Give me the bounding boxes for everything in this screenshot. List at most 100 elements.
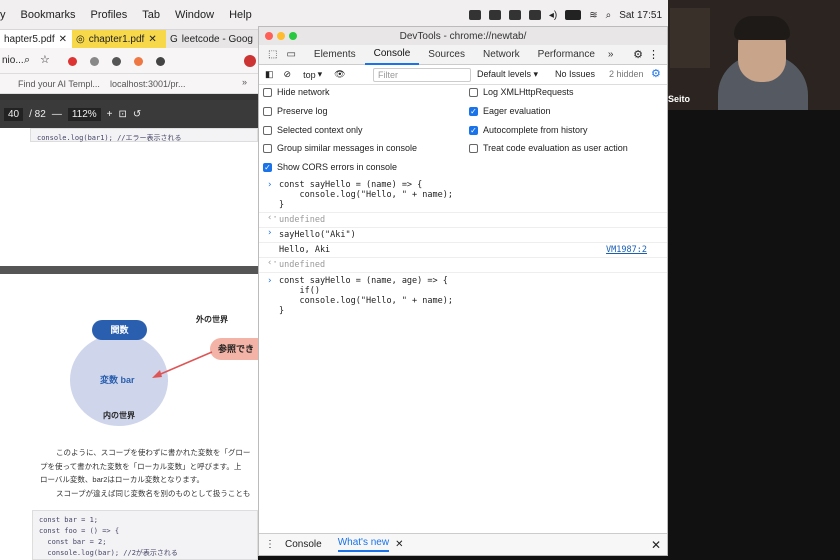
extension-icon[interactable]	[156, 57, 165, 66]
device-toolbar-icon[interactable]: ▭	[286, 45, 304, 65]
checkbox[interactable]	[263, 125, 272, 135]
avatar[interactable]	[244, 55, 256, 67]
star-icon[interactable]: ☆	[40, 53, 50, 66]
zoom-out-icon[interactable]: —	[52, 109, 62, 120]
page-total: / 82	[29, 108, 46, 120]
checkbox[interactable]	[469, 87, 478, 97]
more-tabs-icon[interactable]: »	[604, 45, 618, 65]
tab-label: hapter5.pdf	[4, 33, 55, 45]
gear-icon[interactable]: ⚙	[651, 67, 661, 80]
fit-page-icon[interactable]: ⊡	[119, 109, 127, 120]
log-levels-dropdown[interactable]: Default levels ▾	[477, 69, 538, 80]
context-select[interactable]: top	[303, 70, 316, 80]
live-expression-icon[interactable]: 👁	[334, 69, 345, 80]
wifi-icon[interactable]: ≋	[589, 10, 597, 21]
setting-selected-context[interactable]: Selected context only	[263, 125, 363, 135]
sidebar-toggle-icon[interactable]: ◧	[265, 69, 274, 80]
bookmark-item[interactable]: localhost:3001/pr...	[110, 79, 186, 89]
return-icon: ‹·	[267, 258, 278, 268]
tab-performance[interactable]: Performance	[529, 45, 604, 65]
more-icon[interactable]: »	[242, 77, 247, 87]
code-line: const bar = 2;	[39, 538, 107, 546]
tab-sources[interactable]: Sources	[419, 45, 474, 65]
extension-icon[interactable]	[112, 57, 121, 66]
menu-item-bookmarks[interactable]: Bookmarks	[21, 9, 76, 21]
zoom-input[interactable]: 112%	[67, 107, 101, 121]
checkbox[interactable]	[263, 143, 272, 153]
code-block: const bar = 1; const foo = () => { const…	[32, 510, 258, 560]
source-link[interactable]: VM1987:2	[606, 245, 647, 255]
drawer-tab-console[interactable]: Console	[285, 539, 322, 550]
console-entry[interactable]: › const sayHello = (name) => { console.l…	[259, 180, 667, 213]
search-icon[interactable]: ⌕	[24, 54, 30, 67]
app-icon[interactable]	[508, 10, 521, 20]
close-icon[interactable]: ✕	[59, 34, 67, 45]
code-line: }	[279, 200, 285, 210]
setting-hide-network[interactable]: Hide network	[263, 87, 330, 97]
clear-console-icon[interactable]: ⊘	[284, 69, 292, 80]
omnibox[interactable]: nio...	[2, 55, 24, 66]
extension-icon[interactable]	[134, 57, 143, 66]
kebab-menu-icon[interactable]: ⋮	[265, 539, 275, 550]
app-icon[interactable]	[488, 10, 501, 20]
minimize-window-icon[interactable]	[277, 32, 285, 40]
chevron-right-icon: ›	[267, 276, 273, 286]
checkbox-checked[interactable]: ✓	[469, 125, 478, 135]
setting-autocomplete-history[interactable]: ✓ Autocomplete from history	[469, 125, 588, 135]
clock[interactable]: Sat 17:51	[619, 10, 662, 21]
tab-network[interactable]: Network	[474, 45, 529, 65]
maximize-window-icon[interactable]	[289, 32, 297, 40]
setting-group-similar[interactable]: Group similar messages in console	[263, 143, 417, 153]
setting-treat-as-user-action[interactable]: Treat code evaluation as user action	[469, 143, 628, 153]
filter-input[interactable]: Filter	[373, 68, 471, 82]
setting-preserve-log[interactable]: Preserve log	[263, 106, 328, 116]
checkbox[interactable]	[263, 87, 272, 97]
menu-item-view[interactable]: y	[0, 9, 6, 21]
console-prompt[interactable]: › const sayHello = (name, age) => { if()…	[259, 276, 667, 321]
checkbox[interactable]	[263, 106, 272, 116]
paragraph-line: スコープが違えば同じ変数名を別のものとして扱うことも	[56, 488, 251, 498]
checkbox[interactable]	[469, 143, 478, 153]
extension-icon[interactable]	[90, 57, 99, 66]
zoom-in-icon[interactable]: +	[107, 109, 113, 120]
menu-item-window[interactable]: Window	[175, 9, 214, 21]
tab-chapter5[interactable]: hapter5.pdf ✕	[0, 30, 72, 48]
webcam-feed: Seito	[668, 0, 840, 110]
close-drawer-icon[interactable]: ✕	[651, 538, 661, 552]
extension-icon[interactable]	[68, 57, 77, 66]
menu-item-help[interactable]: Help	[229, 9, 252, 21]
record-icon[interactable]	[468, 10, 481, 20]
setting-eager-evaluation[interactable]: ✓ Eager evaluation	[469, 106, 551, 116]
gear-icon[interactable]: ⚙	[633, 48, 643, 61]
page-gap	[0, 266, 258, 274]
close-window-icon[interactable]	[265, 32, 273, 40]
checkbox-checked[interactable]: ✓	[263, 162, 272, 172]
tab-leetcode[interactable]: Gleetcode - Goog	[166, 30, 258, 48]
volume-icon[interactable]: ◂)	[549, 10, 557, 21]
menu-item-tab[interactable]: Tab	[142, 9, 160, 21]
tab-label: chapter1.pdf	[88, 33, 145, 45]
page-number-input[interactable]: 40	[4, 107, 24, 121]
issues-button[interactable]: No Issues	[555, 69, 595, 79]
rotate-icon[interactable]: ↺	[133, 109, 141, 120]
setting-log-xhr[interactable]: Log XMLHttpRequests	[469, 87, 574, 97]
chevron-right-icon: ›	[267, 228, 273, 238]
close-icon[interactable]: ✕	[395, 539, 403, 550]
tab-console[interactable]: Console	[364, 45, 420, 65]
console-entry[interactable]: › sayHello("Aki")	[259, 228, 667, 243]
close-icon[interactable]: ✕	[148, 34, 156, 45]
kebab-menu-icon[interactable]: ⋮	[648, 48, 659, 61]
setting-cors-errors[interactable]: ✓ Show CORS errors in console	[263, 162, 397, 172]
menu-item-profiles[interactable]: Profiles	[91, 9, 128, 21]
code-line: }	[279, 306, 285, 316]
battery-icon[interactable]	[565, 10, 582, 20]
search-icon[interactable]: ⌕	[606, 10, 612, 21]
bookmark-item[interactable]: Find your AI Templ...	[18, 79, 100, 89]
app-icon[interactable]	[528, 10, 541, 20]
tab-elements[interactable]: Elements	[305, 45, 365, 65]
tab-chapter1[interactable]: ◎ chapter1.pdf ✕	[72, 30, 166, 48]
inspect-icon[interactable]: ⬚	[259, 45, 286, 65]
drawer-tab-whats-new[interactable]: What's new	[337, 537, 390, 552]
code-line: console.log(bar1); //エラー表示される	[37, 134, 182, 142]
checkbox-checked[interactable]: ✓	[469, 106, 478, 116]
